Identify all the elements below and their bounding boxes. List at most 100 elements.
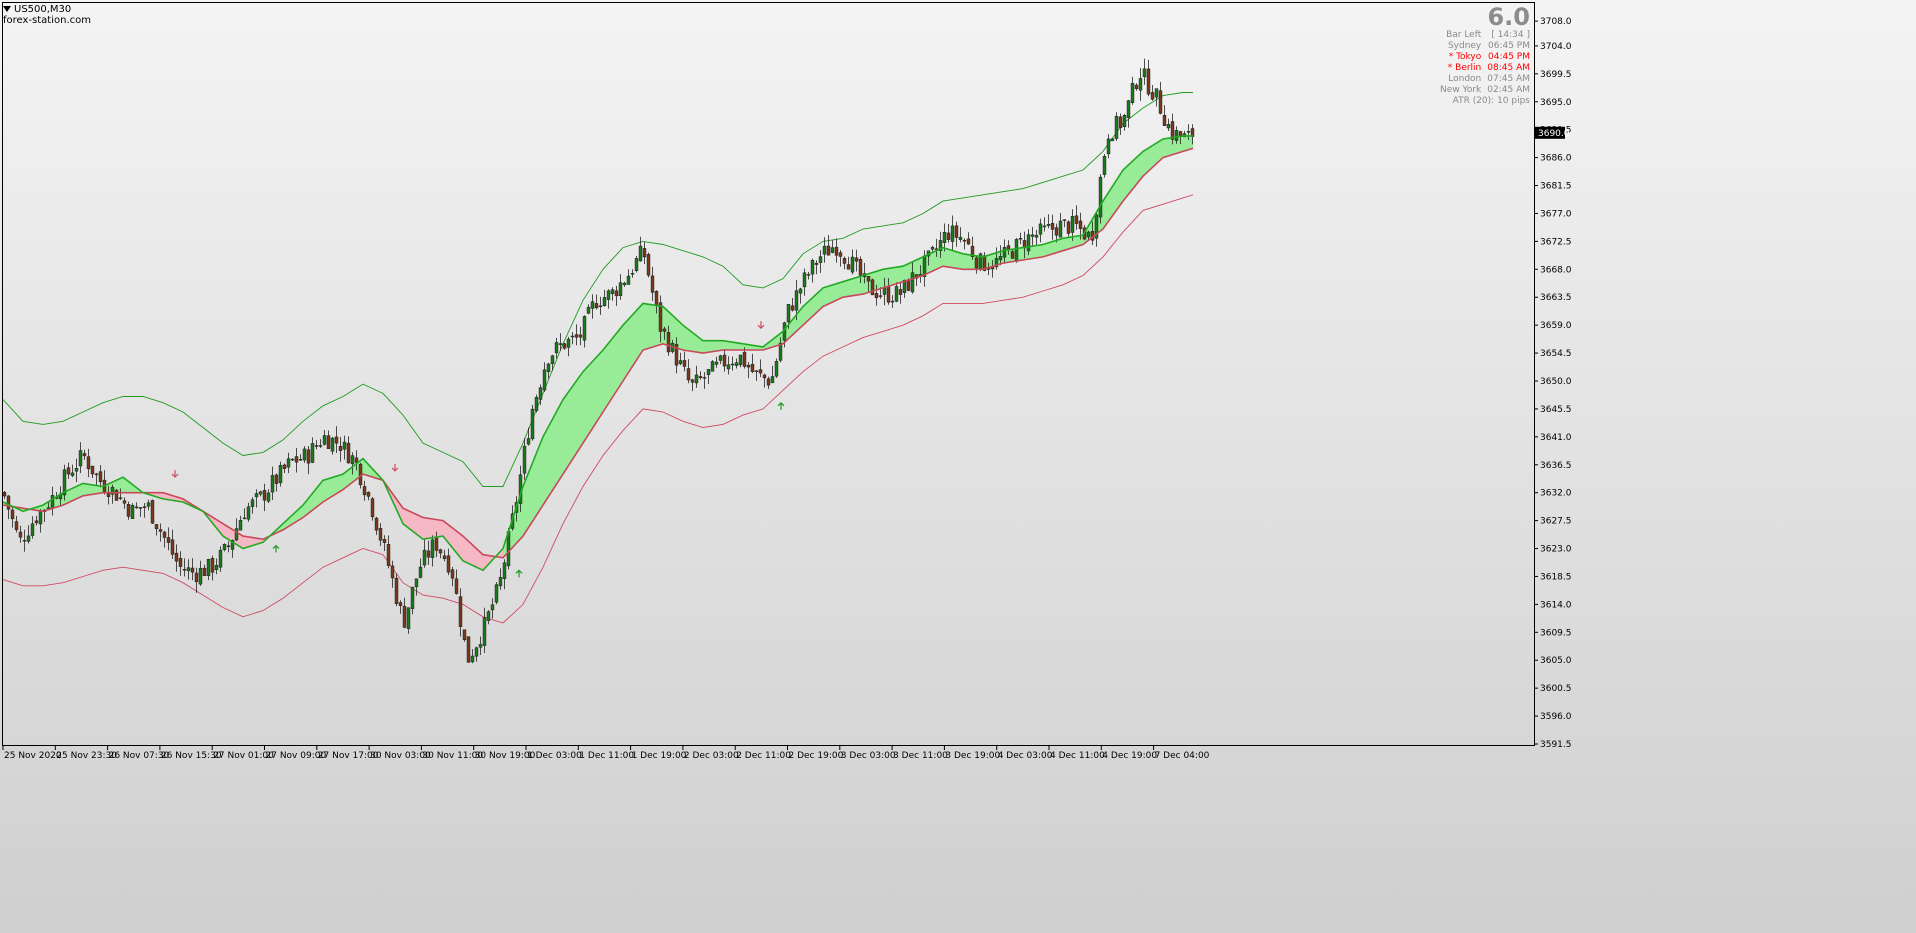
y-tick-label: 3609.5 <box>1540 628 1572 638</box>
candle-body <box>214 565 219 570</box>
candle-body <box>278 465 283 484</box>
current-price-badge: 3690.0 <box>1535 126 1570 139</box>
candle-body <box>522 445 527 474</box>
session-name: London <box>1448 74 1482 84</box>
y-tick-label: 3591.5 <box>1540 740 1572 750</box>
x-tick-label: 2 Dec 19:00 <box>789 751 844 761</box>
spread-value: 6.0 <box>1487 3 1530 31</box>
candle-body <box>650 275 655 293</box>
candle-body <box>1050 223 1055 230</box>
candle-body <box>478 644 483 648</box>
candle-body <box>2 492 7 497</box>
candle-body <box>858 259 863 277</box>
candle-body <box>346 442 351 464</box>
candle-body <box>822 245 827 255</box>
price-chart[interactable]: 3708.03704.03699.53695.03690.53686.03681… <box>0 0 1916 933</box>
candle-body <box>998 256 1003 261</box>
candle-body <box>1014 239 1019 261</box>
session-time: 08:45 AM <box>1487 63 1530 73</box>
y-tick-label: 3668.0 <box>1540 265 1572 275</box>
candle-body <box>74 468 79 472</box>
candle-body <box>82 453 87 457</box>
candle-body <box>1162 114 1167 126</box>
y-tick-label: 3645.5 <box>1540 405 1572 415</box>
candle-body <box>90 465 95 475</box>
candle-body <box>622 282 627 286</box>
candle-body <box>282 464 287 469</box>
session-name: * Tokyo <box>1448 52 1482 62</box>
candle-body <box>682 360 687 367</box>
candle-body <box>242 517 247 520</box>
candle-body <box>874 293 879 299</box>
candle-body <box>714 361 719 365</box>
bar-left-label: Bar Left <box>1446 30 1482 40</box>
candle-body <box>1122 114 1127 127</box>
candle-body <box>566 338 571 348</box>
candle-body <box>382 539 387 543</box>
x-tick-label: 1 Dec 03:00 <box>527 751 582 761</box>
candle-body <box>66 467 71 475</box>
candle-body <box>662 328 667 332</box>
candle-body <box>210 558 215 573</box>
candle-body <box>694 374 699 384</box>
bar-left-row: Bar Left [ 14:34 ] <box>1434 30 1530 41</box>
candle-body <box>330 437 335 452</box>
candle-body <box>38 510 43 525</box>
candle-body <box>1018 237 1023 240</box>
candle-body <box>322 435 327 445</box>
candle-body <box>758 369 763 374</box>
x-tick-label: 2 Dec 11:00 <box>736 751 791 761</box>
candle-body <box>1098 176 1103 218</box>
dropdown-triangle-icon[interactable] <box>3 6 11 12</box>
candle-body <box>594 303 599 309</box>
candle-body <box>846 264 851 270</box>
candle-body <box>270 475 275 493</box>
candle-body <box>154 524 159 530</box>
y-tick-label: 3677.0 <box>1540 209 1572 219</box>
candle-body <box>578 334 583 338</box>
candle-body <box>1126 100 1131 118</box>
candle-body <box>426 550 431 558</box>
y-tick-label: 3663.5 <box>1540 293 1572 303</box>
symbol-row[interactable]: US500,M30 <box>3 4 91 15</box>
session-name: New York <box>1440 85 1482 95</box>
candle-body <box>430 539 435 558</box>
candle-body <box>1062 219 1067 221</box>
candle-body <box>1166 123 1171 129</box>
candle-body <box>974 257 979 269</box>
x-tick-label: 4 Dec 03:00 <box>998 751 1053 761</box>
x-tick-label: 4 Dec 11:00 <box>1050 751 1105 761</box>
candle-body <box>958 236 963 240</box>
candle-body <box>1118 116 1123 129</box>
candle-body <box>342 441 347 450</box>
candle-body <box>298 459 303 461</box>
candle-body <box>654 291 659 306</box>
candle-body <box>1174 129 1179 141</box>
candle-body <box>1010 251 1015 259</box>
candle-body <box>162 531 167 538</box>
candle-body <box>250 499 255 507</box>
candle-body <box>466 636 471 663</box>
candle-body <box>50 495 55 509</box>
candle-body <box>378 528 383 541</box>
candle-body <box>730 363 735 366</box>
candle-body <box>562 343 567 349</box>
candle-body <box>394 577 399 604</box>
candle-body <box>790 305 795 311</box>
candle-body <box>702 377 707 379</box>
candle-body <box>398 602 403 606</box>
candle-body <box>802 272 807 288</box>
y-tick-label: 3704.0 <box>1540 42 1572 52</box>
candle-body <box>830 247 835 253</box>
candle-body <box>582 316 587 341</box>
candle-body <box>98 471 103 483</box>
candle-body <box>318 445 323 447</box>
candle-body <box>146 502 151 507</box>
y-tick-label: 3623.0 <box>1540 545 1572 555</box>
candle-body <box>202 567 207 576</box>
session-time: 04:45 PM <box>1488 52 1530 62</box>
candle-body <box>750 364 755 373</box>
chart-window: 3708.03704.03699.53695.03690.53686.03681… <box>0 0 1916 933</box>
candle-body <box>1086 231 1091 238</box>
candle-body <box>1002 246 1007 258</box>
